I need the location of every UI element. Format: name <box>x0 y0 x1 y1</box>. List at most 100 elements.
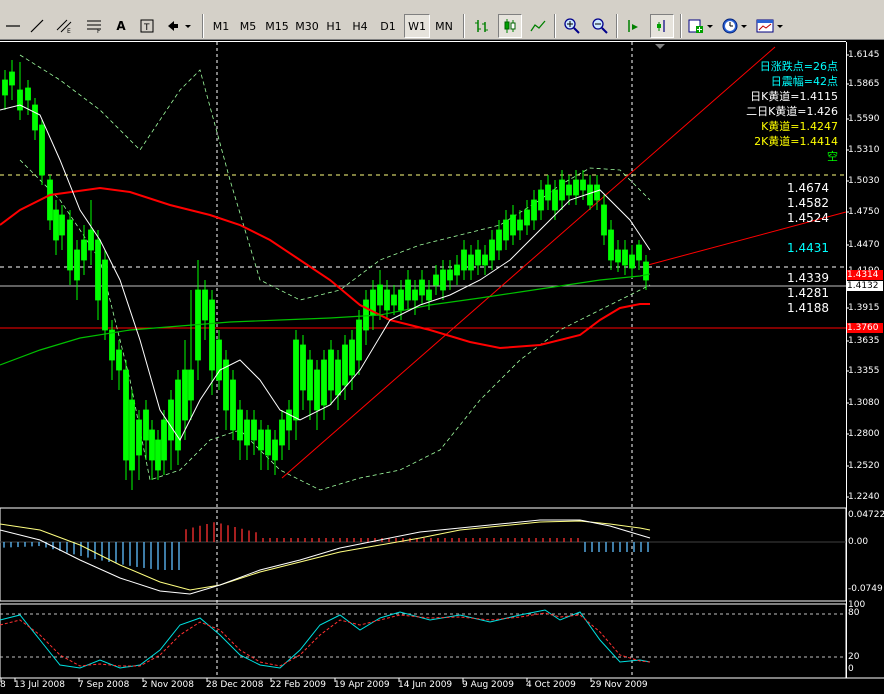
bar-chart-icon[interactable] <box>470 14 494 38</box>
indicators-dropdown-icon[interactable] <box>686 14 716 38</box>
chart-toolbar: E F A T M1 M5 M15 M30 H1 H4 D1 W1 MN <box>0 0 884 40</box>
price-axis-label: 1.4470 <box>848 240 880 250</box>
info-panel-line: 二日K黄道=1.426 <box>746 105 838 118</box>
line-chart-icon[interactable] <box>526 14 550 38</box>
text-tool-button[interactable]: A <box>110 14 132 38</box>
trend-line-tool-icon[interactable] <box>26 14 48 38</box>
timeframe-m15-button[interactable]: M15 <box>262 14 292 38</box>
time-axis-label: 28 Dec 2008 <box>206 680 264 690</box>
bollinger-upper-band <box>19 54 651 301</box>
trading-terminal-window: E F A T M1 M5 M15 M30 H1 H4 D1 W1 MN 1.6… <box>0 0 884 694</box>
price-axis-label: 1.2240 <box>848 492 880 502</box>
candle-body <box>433 274 439 286</box>
time-axis-label: 4 Oct 2009 <box>526 680 576 690</box>
timeframe-w1-button[interactable]: W1 <box>404 14 430 38</box>
templates-dropdown-icon[interactable] <box>754 14 786 38</box>
candle-body <box>573 179 579 196</box>
stoch-signal-line <box>0 612 651 667</box>
candle-body <box>377 284 383 306</box>
price-axis-label: 1.4750 <box>848 207 880 217</box>
candle-body <box>88 229 94 251</box>
candle-body <box>440 269 446 291</box>
zoom-in-icon[interactable] <box>560 14 584 38</box>
candle-body <box>594 184 600 201</box>
candlestick-chart-icon[interactable] <box>498 14 522 38</box>
candle-body <box>587 184 593 206</box>
channel-tool-icon[interactable]: E <box>52 14 76 38</box>
window-control-strip <box>824 0 884 12</box>
candle-body <box>258 429 264 451</box>
timeframe-m1-button[interactable]: M1 <box>208 14 234 38</box>
price-axis-label: 1.5030 <box>848 176 880 186</box>
candle-body <box>251 419 257 441</box>
price-chart-canvas[interactable] <box>0 40 884 694</box>
timeframe-d1-button[interactable]: D1 <box>375 14 401 38</box>
autoscroll-icon[interactable] <box>622 14 646 38</box>
candle-body <box>53 209 59 241</box>
chart-shift-marker <box>655 44 665 49</box>
periodicity-clock-icon[interactable] <box>720 14 750 38</box>
candle-body <box>426 289 432 301</box>
candle-body <box>25 87 31 101</box>
time-axis-label: 29 Nov 2009 <box>590 680 648 690</box>
candle-body <box>629 254 635 269</box>
candle-body <box>123 369 129 461</box>
chart-shift-icon[interactable] <box>650 14 674 38</box>
candle-body <box>454 264 460 276</box>
timeframe-h1-button[interactable]: H1 <box>322 14 346 38</box>
zoom-out-icon[interactable] <box>588 14 612 38</box>
price-axis-label: 1.3080 <box>848 398 880 408</box>
candle-body <box>209 299 215 371</box>
candle-body <box>67 219 73 271</box>
level-label: 1.4281 <box>787 286 829 300</box>
candle-body <box>102 259 108 331</box>
candle-body <box>559 179 565 201</box>
svg-text:T: T <box>143 23 150 33</box>
candle-body <box>230 379 236 431</box>
timeframe-m5-button[interactable]: M5 <box>235 14 261 38</box>
timeframe-mn-button[interactable]: MN <box>431 14 457 38</box>
timeframe-m30-button[interactable]: M30 <box>292 14 322 38</box>
price-axis-label: 1.2800 <box>848 429 880 439</box>
candle-body <box>244 419 250 446</box>
candle-body <box>349 339 355 376</box>
candle-body <box>342 344 348 386</box>
toolbar-separator <box>554 14 556 38</box>
toolbar-separator <box>680 14 682 38</box>
candle-body <box>265 429 271 456</box>
candle-body <box>300 344 306 391</box>
candle-body <box>601 204 607 236</box>
candle-body <box>335 359 341 396</box>
time-axis-label: 22 Feb 2009 <box>270 680 327 690</box>
candle-body <box>636 244 642 261</box>
timeframe-h4-button[interactable]: H4 <box>348 14 372 38</box>
toolbar-separator <box>202 14 204 38</box>
price-axis-label: 1.5590 <box>848 114 880 124</box>
time-axis-label: 7 Sep 2008 <box>78 680 130 690</box>
level-label: 1.4674 <box>787 181 829 195</box>
toolbar-separator <box>616 14 618 38</box>
candle-body <box>9 71 15 86</box>
candle-body <box>95 239 101 301</box>
candle-body <box>412 289 418 301</box>
level-label: 1.4431 <box>787 241 829 255</box>
arrows-tool-dropdown-icon[interactable] <box>164 14 194 38</box>
candle-body <box>384 289 390 311</box>
candle-body <box>447 269 453 281</box>
price-axis-label: 1.6145 <box>848 50 880 60</box>
stoch-axis-0: 0 <box>848 664 854 674</box>
candle-body <box>237 409 243 441</box>
horizontal-line-tool-icon[interactable] <box>2 14 24 38</box>
info-panel-line: 日震幅=42点 <box>770 75 838 88</box>
candle-body <box>155 439 161 471</box>
candle-body <box>510 214 516 236</box>
candle-body <box>363 299 369 331</box>
candle-body <box>398 289 404 311</box>
text-label-tool-icon[interactable]: T <box>136 14 158 38</box>
candle-body <box>356 319 362 361</box>
candle-body <box>503 219 509 241</box>
price-axis-label: 1.5310 <box>848 145 880 155</box>
candle-body <box>419 279 425 296</box>
price-axis-label: 1.5865 <box>848 79 880 89</box>
fibonacci-tool-icon[interactable]: F <box>82 14 106 38</box>
